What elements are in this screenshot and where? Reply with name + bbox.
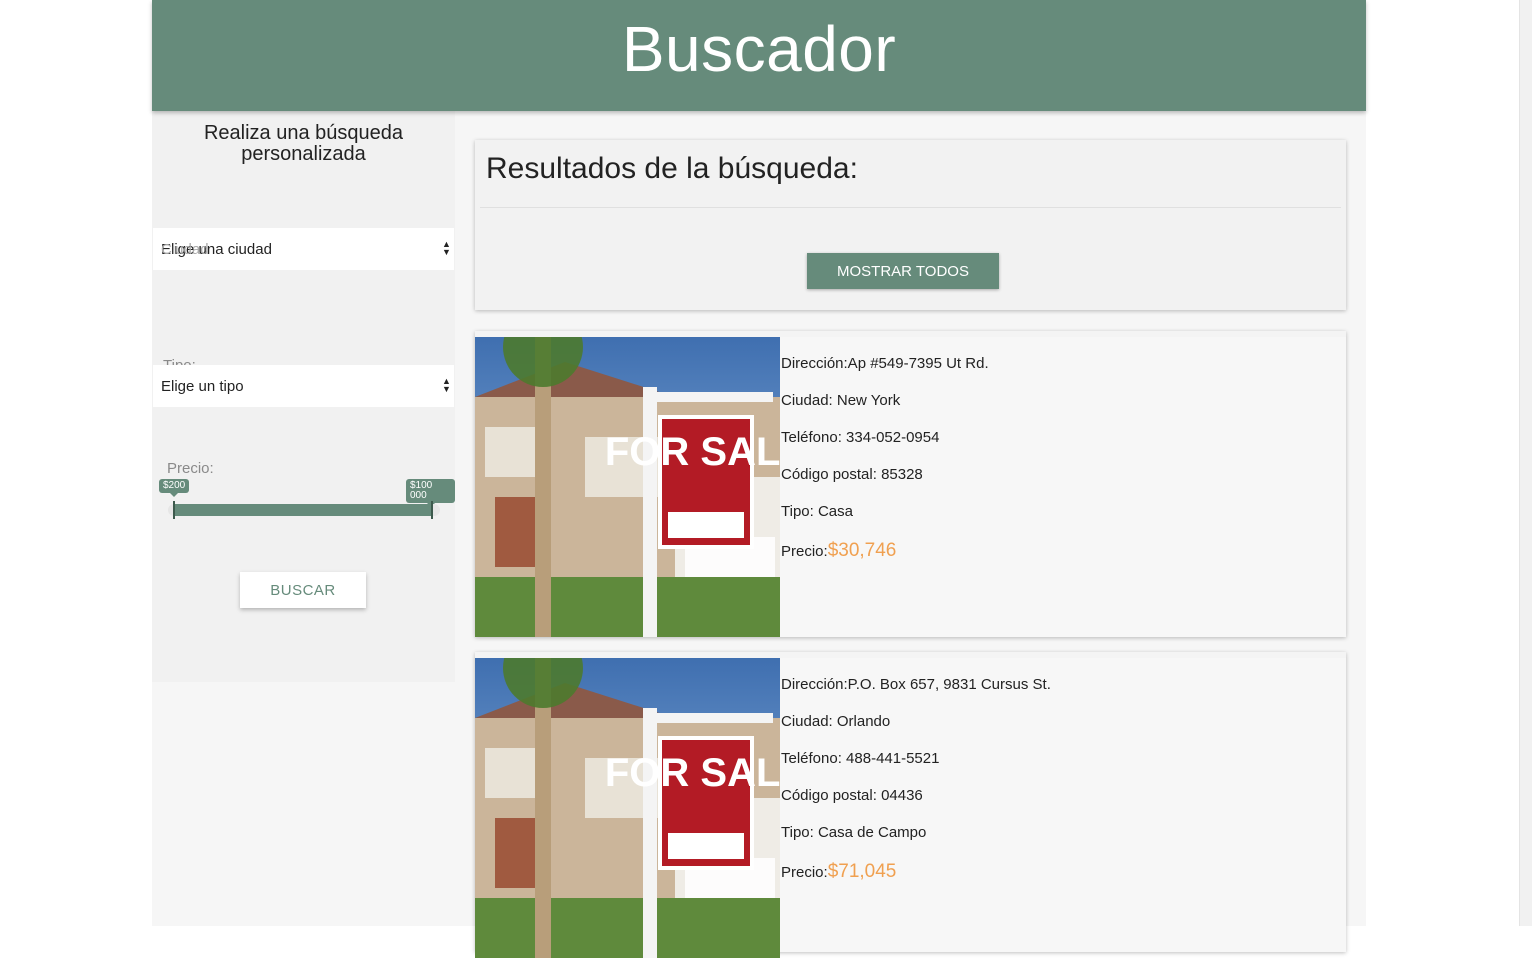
divider <box>480 207 1341 208</box>
price-label: Precio: <box>167 460 214 477</box>
sidebar-intro: Realiza una búsqueda personalizada <box>203 122 404 165</box>
type-select[interactable]: Elige un tipo ▲ ▼ <box>153 365 454 407</box>
listing-type: Tipo: Casa <box>781 503 853 520</box>
show-all-button[interactable]: MOSTRAR TODOS <box>807 253 999 289</box>
header: Buscador <box>152 0 1366 111</box>
results-title: Resultados de la búsqueda: <box>486 152 858 185</box>
type-select-value: Elige un tipo <box>161 378 244 395</box>
listing-price: $71,045 <box>827 861 897 882</box>
listing-city: Ciudad: Orlando <box>781 713 891 730</box>
listing-price-row: Precio:$30,746 <box>781 540 896 562</box>
listing-price: $30,746 <box>827 540 897 561</box>
listing-address: Dirección:P.O. Box 657, 9831 Cursus St. <box>781 676 1051 693</box>
listing-price-row: Precio:$71,045 <box>781 861 896 883</box>
listing-phone: Teléfono: 488-441-5521 <box>781 750 940 767</box>
listing-address: Dirección:Ap #549-7395 Ut Rd. <box>781 355 989 372</box>
search-sidebar: Realiza una búsqueda personalizada Ciuda… <box>152 111 455 682</box>
search-button[interactable]: BUSCAR <box>240 572 366 608</box>
property-photo: FOR SALE <box>475 337 780 637</box>
price-slider-range <box>174 504 432 516</box>
select-arrows-icon: ▲ ▼ <box>442 376 451 394</box>
for-sale-sign-text: FOR SALE <box>605 751 780 795</box>
price-max-tag: $100 000 <box>406 479 455 507</box>
price-slider-min-handle[interactable] <box>173 501 175 519</box>
for-sale-sign-text: FOR SALE <box>605 430 780 474</box>
price-min-tag: $200 <box>159 479 190 497</box>
listing-price-label: Precio: <box>781 864 828 881</box>
listing-card: FOR SALE Dirección:P.O. Box 657, 9831 Cu… <box>475 652 1346 958</box>
listing-zip: Código postal: 04436 <box>781 787 923 804</box>
select-arrows-icon: ▲ ▼ <box>442 239 451 257</box>
listing-phone: Teléfono: 334-052-0954 <box>781 429 940 446</box>
price-slider-max-handle[interactable] <box>431 501 433 519</box>
listing-price-label: Precio: <box>781 543 828 560</box>
city-select[interactable]: Ciudad Elige una ciudad ▲ ▼ <box>153 228 454 270</box>
listing-card: FOR SALE Dirección:Ap #549-7395 Ut Rd. C… <box>475 331 1346 637</box>
results-header-card: Resultados de la búsqueda: MOSTRAR TODOS <box>475 140 1346 310</box>
page: Buscador Realiza una búsqueda personaliz… <box>152 0 1366 958</box>
page-scrollbar[interactable] <box>1519 0 1532 926</box>
listing-city: Ciudad: New York <box>781 392 901 409</box>
city-select-label: Ciudad <box>161 241 209 258</box>
property-photo: FOR SALE <box>475 658 780 958</box>
listing-zip: Código postal: 85328 <box>781 466 923 483</box>
page-title: Buscador <box>621 13 897 85</box>
listing-type: Tipo: Casa de Campo <box>781 824 927 841</box>
